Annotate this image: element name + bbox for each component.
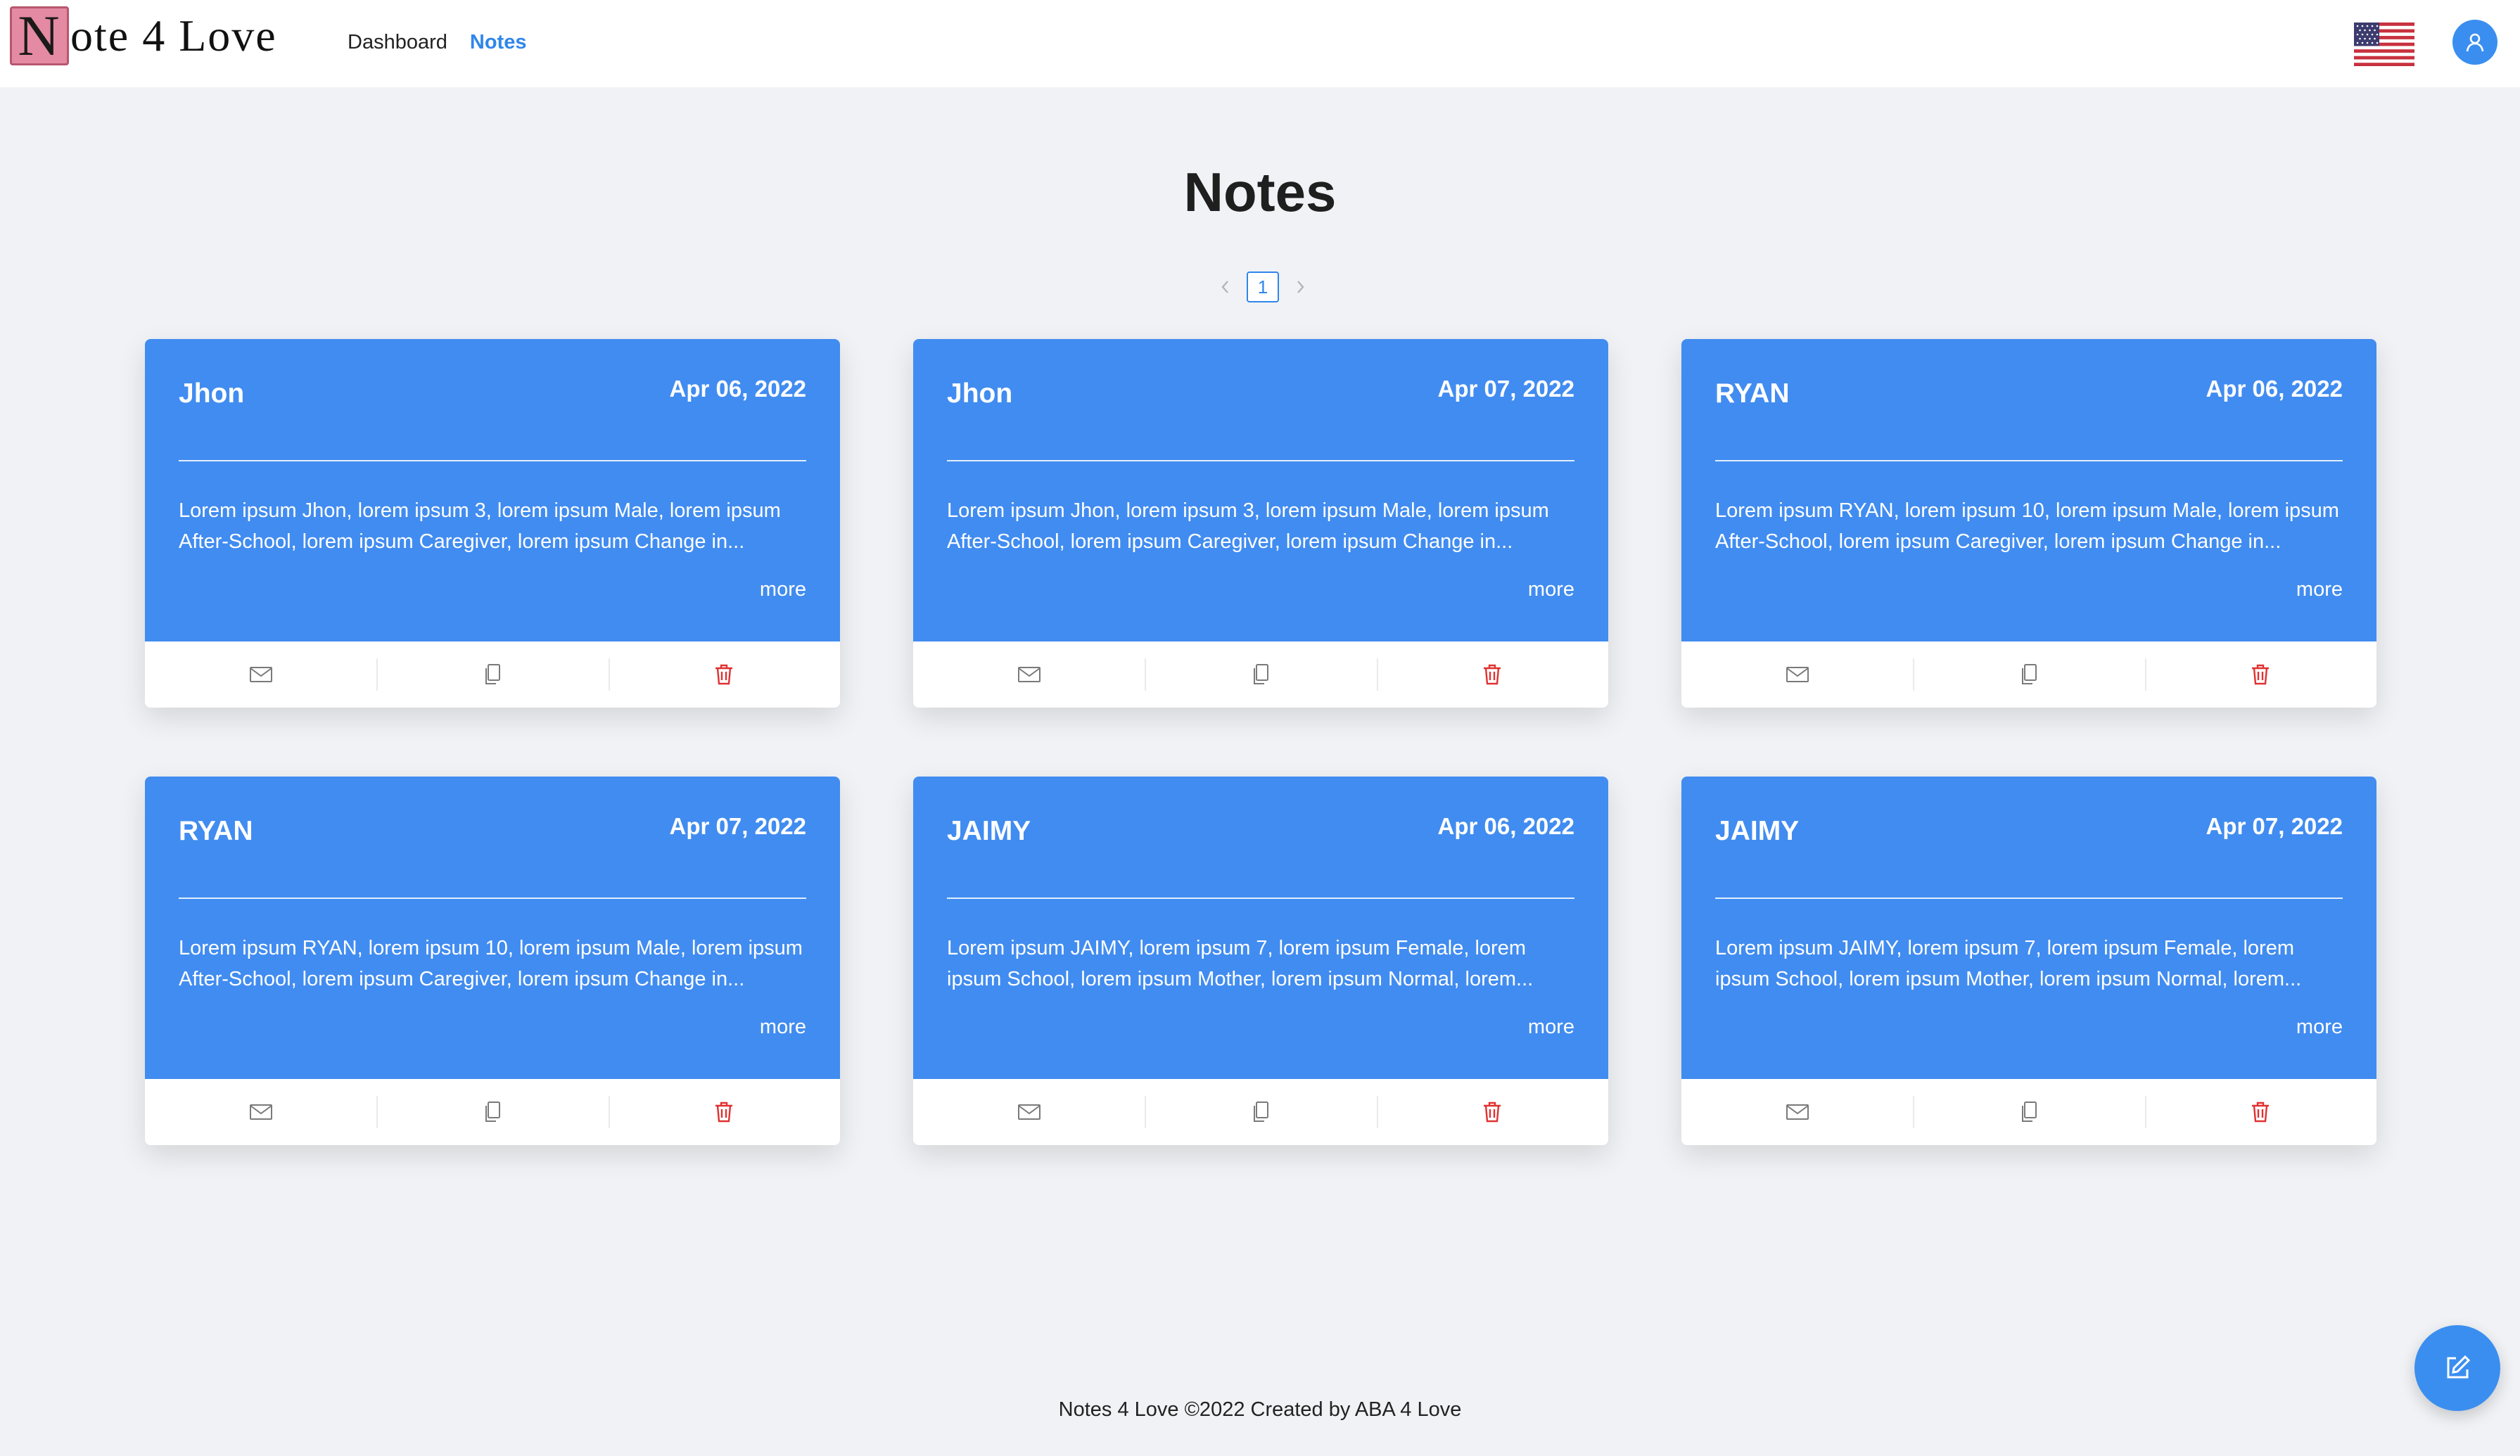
mail-icon[interactable] <box>145 1079 376 1145</box>
note-child-name: RYAN <box>1715 378 1790 409</box>
note-card-actions <box>913 1079 1608 1145</box>
note-summary: Lorem ipsum RYAN, lorem ipsum 10, lorem … <box>179 937 803 990</box>
note-child-name: JAIMY <box>947 816 1031 846</box>
note-date: Apr 06, 2022 <box>2206 376 2343 402</box>
delete-icon[interactable] <box>1376 641 1608 708</box>
mail-icon[interactable] <box>145 641 376 708</box>
more-link[interactable]: more <box>760 1016 806 1039</box>
note-card: RYAN Apr 07, 2022 Lorem ipsum RYAN, lorem … <box>145 777 840 1145</box>
copy-icon[interactable] <box>376 641 608 708</box>
copy-icon[interactable] <box>1913 1079 2144 1145</box>
note-card: RYAN Apr 06, 2022 Lorem ipsum RYAN, lorem … <box>1681 339 2376 708</box>
mail-icon[interactable] <box>1681 641 1913 708</box>
note-date: Apr 07, 2022 <box>669 813 806 839</box>
note-card-actions <box>145 1079 840 1145</box>
note-summary: Lorem ipsum JAIMY, lorem ipsum 7, lorem … <box>947 937 1534 990</box>
note-summary: Lorem ipsum RYAN, lorem ipsum 10, lorem … <box>1715 499 2339 553</box>
divider <box>179 898 806 899</box>
footer-text: Notes 4 Love ©2022 Created by ABA 4 Love <box>1058 1398 1462 1421</box>
us-flag-icon[interactable] <box>2354 23 2414 66</box>
note-summary: Lorem ipsum Jhon, lorem ipsum 3, lorem i… <box>947 499 1549 553</box>
page-number-current[interactable]: 1 <box>1247 272 1279 302</box>
delete-icon[interactable] <box>2144 1079 2376 1145</box>
divider <box>947 460 1574 461</box>
note-card: JAIMY Apr 07, 2022 Lorem ipsum JAIMY, lore… <box>1681 777 2376 1145</box>
more-link[interactable]: more <box>2296 1016 2343 1039</box>
nav-dashboard[interactable]: Dashboard <box>348 31 447 54</box>
logo-text: ote 4 Love <box>70 11 277 60</box>
new-note-button[interactable] <box>2414 1325 2500 1411</box>
logo-initial: N <box>10 6 69 65</box>
note-card: Jhon Apr 06, 2022 Lorem ipsum Jhon, lorem … <box>145 339 840 708</box>
note-child-name: Jhon <box>179 378 245 409</box>
app-logo[interactable]: N ote 4 Love <box>10 6 277 66</box>
top-header: N ote 4 Love Dashboard Notes <box>0 0 2520 87</box>
chevron-left-icon[interactable] <box>1213 272 1237 302</box>
copy-icon[interactable] <box>1913 641 2144 708</box>
pagination: 1 <box>1213 272 1313 302</box>
user-avatar[interactable] <box>2452 20 2497 65</box>
note-card-header[interactable]: Jhon Apr 07, 2022 Lorem ipsum Jhon, lorem … <box>913 339 1608 641</box>
note-card-header[interactable]: JAIMY Apr 07, 2022 Lorem ipsum JAIMY, lore… <box>1681 777 2376 1079</box>
user-icon <box>2466 33 2484 52</box>
note-card-actions <box>913 641 1608 708</box>
note-date: Apr 06, 2022 <box>669 376 806 402</box>
note-date: Apr 07, 2022 <box>1437 376 1574 402</box>
delete-icon[interactable] <box>608 1079 840 1145</box>
note-card-header[interactable]: RYAN Apr 06, 2022 Lorem ipsum RYAN, lorem … <box>1681 339 2376 641</box>
note-card: Jhon Apr 07, 2022 Lorem ipsum Jhon, lorem … <box>913 339 1608 708</box>
note-date: Apr 07, 2022 <box>2206 813 2343 839</box>
more-link[interactable]: more <box>760 578 806 601</box>
chevron-right-icon[interactable] <box>1289 272 1313 302</box>
delete-icon[interactable] <box>2144 641 2376 708</box>
delete-icon[interactable] <box>608 641 840 708</box>
divider <box>179 460 806 461</box>
more-link[interactable]: more <box>2296 578 2343 601</box>
note-card-header[interactable]: JAIMY Apr 06, 2022 Lorem ipsum JAIMY, lore… <box>913 777 1608 1079</box>
page-title: Notes <box>1183 161 1337 223</box>
edit-icon <box>2447 1355 2471 1379</box>
copy-icon[interactable] <box>376 1079 608 1145</box>
note-date: Apr 06, 2022 <box>1437 813 1574 839</box>
note-child-name: JAIMY <box>1715 816 1800 846</box>
mail-icon[interactable] <box>913 641 1145 708</box>
mail-icon[interactable] <box>1681 1079 1913 1145</box>
note-card-header[interactable]: RYAN Apr 07, 2022 Lorem ipsum RYAN, lorem … <box>145 777 840 1079</box>
note-child-name: Jhon <box>947 378 1013 409</box>
nav-notes[interactable]: Notes <box>470 31 527 54</box>
note-child-name: RYAN <box>179 816 253 846</box>
divider <box>1715 460 2343 461</box>
mail-icon[interactable] <box>913 1079 1145 1145</box>
delete-icon[interactable] <box>1376 1079 1608 1145</box>
divider <box>947 898 1574 899</box>
note-card: JAIMY Apr 06, 2022 Lorem ipsum JAIMY, lore… <box>913 777 1608 1145</box>
main-nav: Dashboard Notes <box>348 31 526 54</box>
more-link[interactable]: more <box>1528 1016 1574 1039</box>
note-summary: Lorem ipsum Jhon, lorem ipsum 3, lorem i… <box>179 499 781 553</box>
note-card-header[interactable]: Jhon Apr 06, 2022 Lorem ipsum Jhon, lorem … <box>145 339 840 641</box>
more-link[interactable]: more <box>1528 578 1574 601</box>
copy-icon[interactable] <box>1145 641 1376 708</box>
divider <box>1715 898 2343 899</box>
note-summary: Lorem ipsum JAIMY, lorem ipsum 7, lorem … <box>1715 937 2302 990</box>
note-card-actions <box>145 641 840 708</box>
note-card-actions <box>1681 1079 2376 1145</box>
note-card-actions <box>1681 641 2376 708</box>
copy-icon[interactable] <box>1145 1079 1376 1145</box>
